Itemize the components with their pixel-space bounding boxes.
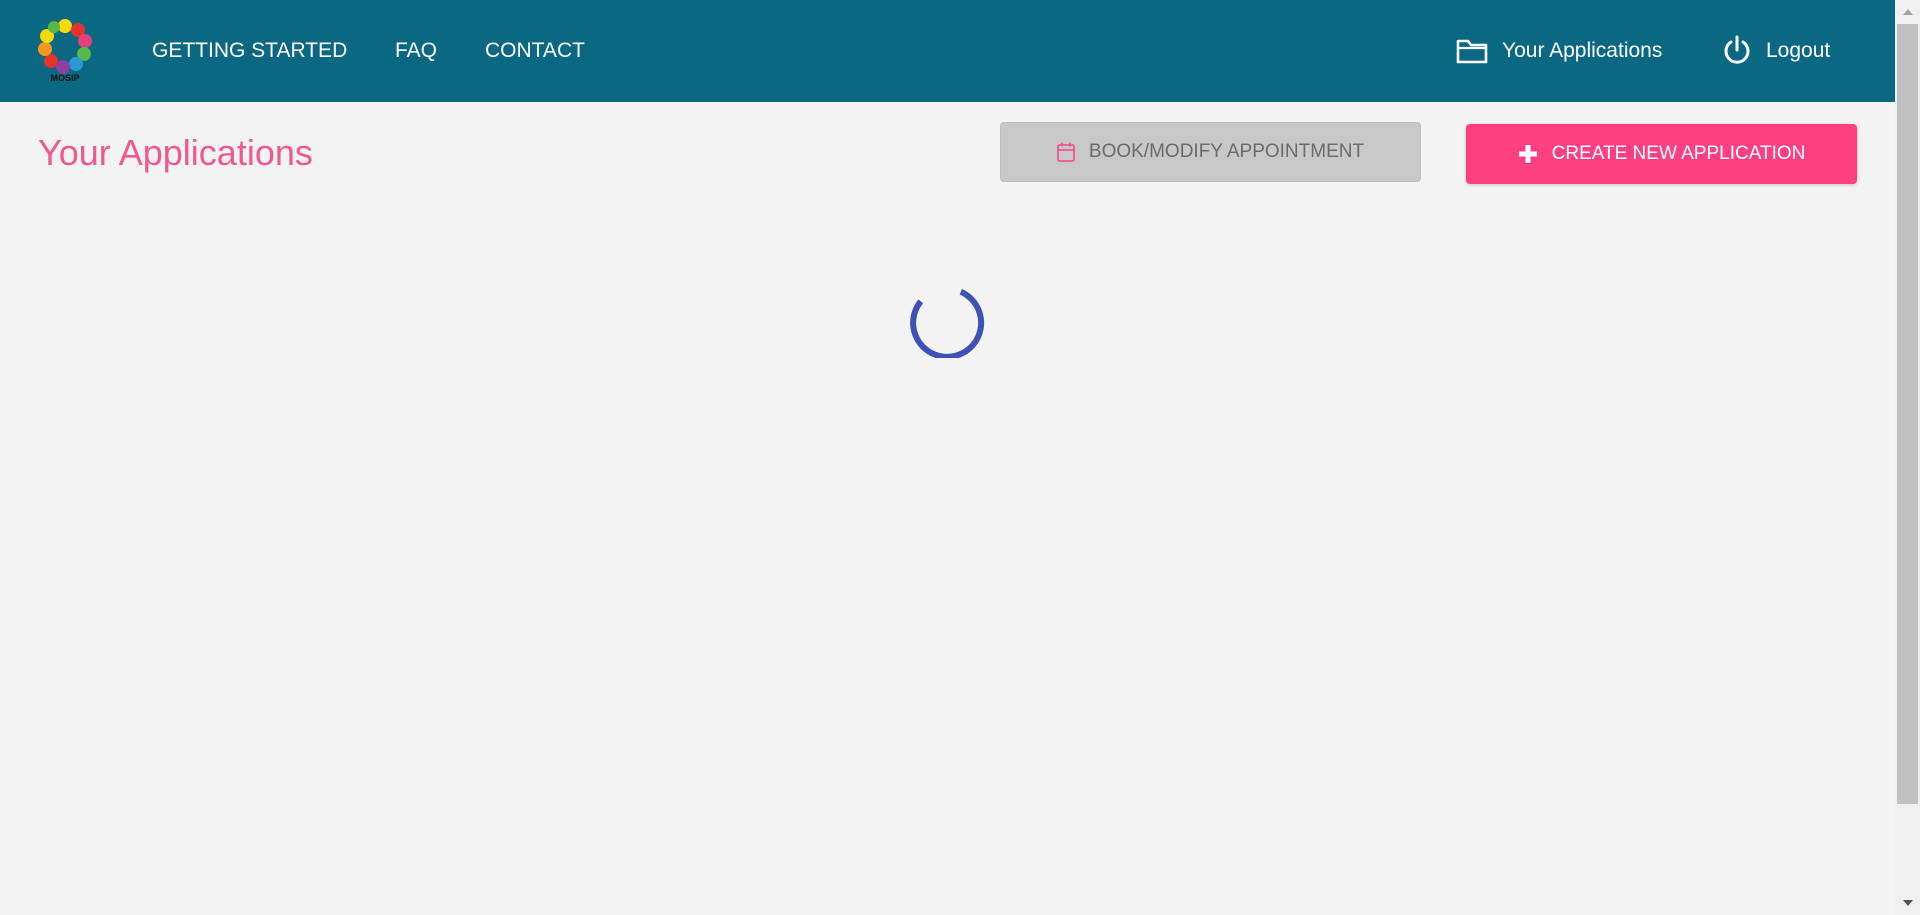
create-new-application-button[interactable]: CREATE NEW APPLICATION	[1466, 124, 1857, 184]
scrollbar-thumb[interactable]	[1897, 24, 1918, 804]
loading-spinner-icon	[910, 288, 985, 360]
your-applications-label: Your Applications	[1502, 39, 1663, 62]
calendar-icon	[1057, 142, 1075, 162]
scroll-down-arrow-icon[interactable]	[1895, 893, 1920, 913]
create-new-application-label: CREATE NEW APPLICATION	[1551, 143, 1806, 164]
mosip-logo[interactable]: MOSIP	[38, 19, 92, 83]
loading-spinner	[908, 278, 988, 360]
logout-label: Logout	[1766, 39, 1831, 62]
nav-faq[interactable]: FAQ	[395, 37, 437, 65]
power-icon	[1724, 35, 1750, 64]
book-modify-appointment-button[interactable]: BOOK/MODIFY APPOINTMENT	[1000, 122, 1421, 182]
scroll-up-arrow-icon[interactable]	[1895, 2, 1920, 22]
svg-text:MOSIP: MOSIP	[50, 73, 79, 83]
vertical-scrollbar[interactable]	[1895, 0, 1920, 915]
your-applications-link[interactable]: Your Applications	[1456, 34, 1662, 68]
plus-icon	[1518, 145, 1537, 163]
nav-contact[interactable]: CONTACT	[485, 37, 585, 65]
top-navbar: MOSIP GETTING STARTED FAQ CONTACT Your A…	[0, 0, 1895, 102]
page-title: Your Applications	[38, 132, 313, 173]
nav-getting-started[interactable]: GETTING STARTED	[152, 37, 347, 65]
mosip-logo-icon: MOSIP	[38, 19, 92, 83]
logout-link[interactable]: Logout	[1722, 34, 1830, 68]
folder-icon	[1456, 39, 1488, 64]
book-modify-appointment-label: BOOK/MODIFY APPOINTMENT	[1088, 141, 1365, 162]
